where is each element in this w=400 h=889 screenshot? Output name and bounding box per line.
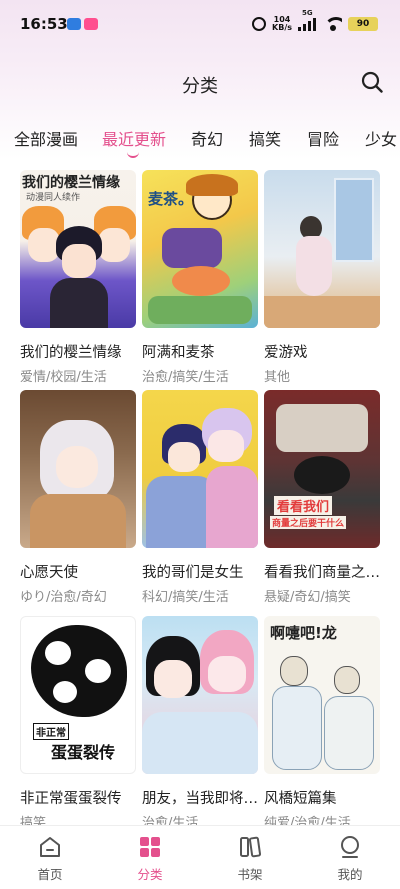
notification-app-icon: [67, 18, 81, 30]
cover-title: 我们的樱兰情缘: [22, 175, 120, 191]
notification-app-icon: [84, 18, 98, 30]
cover-title: 啊嚏吧!龙: [270, 624, 337, 642]
status-bar: 16:53 104 KB/s 5G 90: [0, 0, 400, 48]
comic-tags: 爱情/校园/生活: [20, 370, 107, 385]
comic-card[interactable]: 朋友，当我即将离去 治愈/生活: [142, 616, 258, 831]
tab-adventure[interactable]: 冒险: [307, 126, 339, 150]
comic-tags: 科幻/搞笑/生活: [142, 590, 229, 605]
category-tabs: 全部漫画 最近更新 奇幻 搞笑 冒险 少女: [0, 118, 400, 162]
comic-card[interactable]: 非正常 蛋蛋裂传 非正常蛋蛋裂传 搞笑: [20, 616, 136, 831]
comic-card[interactable]: 爱游戏 其他: [264, 170, 380, 385]
comic-cover[interactable]: 啊嚏吧!龙: [264, 616, 380, 774]
comic-cover[interactable]: [20, 390, 136, 548]
bookshelf-icon: [240, 836, 262, 858]
alarm-icon: [252, 17, 267, 31]
home-icon: [40, 837, 60, 857]
signal-icon: 5G: [298, 9, 318, 31]
status-time: 16:53: [20, 15, 68, 33]
tab-recent-updates[interactable]: 最近更新: [102, 126, 166, 150]
comic-cover[interactable]: [142, 616, 258, 774]
comic-tags: ゆり/治愈/奇幻: [20, 590, 107, 605]
nav-bookshelf[interactable]: 书架: [215, 834, 285, 883]
comic-card[interactable]: 看看我们 商量之后要干什么 看看我们商量之后要干什么 悬疑/奇幻/搞笑: [264, 390, 380, 605]
nav-home[interactable]: 首页: [15, 834, 85, 883]
tab-fantasy[interactable]: 奇幻: [191, 126, 223, 150]
comic-card[interactable]: 麦茶。 阿满和麦茶 治愈/搞笑/生活: [142, 170, 258, 385]
category-icon: [140, 837, 160, 857]
comic-cover[interactable]: 非正常 蛋蛋裂传: [20, 616, 136, 774]
comic-title[interactable]: 非正常蛋蛋裂传: [20, 787, 136, 808]
comic-title[interactable]: 我的哥们是女生: [142, 561, 258, 582]
comic-cover[interactable]: 看看我们 商量之后要干什么: [264, 390, 380, 548]
comic-title[interactable]: 朋友，当我即将离去: [142, 787, 258, 808]
profile-icon: [341, 836, 359, 858]
comic-cover[interactable]: 我们的樱兰情缘 动漫同人续作: [20, 170, 136, 328]
comic-title[interactable]: 我们的樱兰情缘: [20, 341, 136, 362]
tab-shoujo[interactable]: 少女: [365, 126, 397, 150]
page-title: 分类: [182, 76, 218, 97]
comic-card[interactable]: 我们的樱兰情缘 动漫同人续作 我们的樱兰情缘 爱情/校园/生活: [20, 170, 136, 385]
comic-tags: 其他: [264, 370, 291, 385]
search-icon[interactable]: [360, 70, 384, 94]
nav-profile[interactable]: 我的: [315, 834, 385, 883]
nav-label: 首页: [37, 867, 63, 882]
page-header: 分类: [0, 62, 400, 104]
comic-card[interactable]: 我的哥们是女生 科幻/搞笑/生活: [142, 390, 258, 605]
tab-comedy[interactable]: 搞笑: [249, 126, 281, 150]
net-speed-unit: KB/s: [272, 23, 292, 32]
comic-tags: 悬疑/奇幻/搞笑: [264, 590, 351, 605]
comic-card[interactable]: 心愿天使 ゆり/治愈/奇幻: [20, 390, 136, 605]
comic-cover[interactable]: 麦茶。: [142, 170, 258, 328]
cover-title: 蛋蛋裂传: [51, 743, 116, 762]
status-indicators: 104 KB/s 5G 90: [252, 9, 378, 34]
bottom-nav: 首页 分类 书架 我的: [0, 825, 400, 889]
network-type: 5G: [302, 9, 313, 17]
nav-category[interactable]: 分类: [115, 834, 185, 883]
nav-label: 我的: [337, 867, 363, 882]
nav-label: 分类: [137, 867, 163, 882]
nav-label: 书架: [237, 867, 263, 882]
comic-cover[interactable]: [264, 170, 380, 328]
comic-title[interactable]: 看看我们商量之后要干什么: [264, 561, 380, 582]
cover-subtitle: 非正常: [33, 723, 69, 740]
battery-icon: 90: [348, 17, 378, 31]
cover-title: 看看我们: [274, 496, 333, 515]
comic-cover[interactable]: [142, 390, 258, 548]
comic-card[interactable]: 啊嚏吧!龙 风橋短篇集 纯爱/治愈/生活: [264, 616, 380, 831]
net-speed: 104 KB/s: [272, 16, 292, 32]
active-tab-indicator: [127, 152, 139, 158]
comic-title[interactable]: 爱游戏: [264, 341, 380, 362]
comic-tags: 治愈/搞笑/生活: [142, 370, 229, 385]
cover-subtitle: 商量之后要干什么: [270, 516, 347, 529]
comic-title[interactable]: 风橋短篇集: [264, 787, 380, 808]
tab-all-comics[interactable]: 全部漫画: [14, 126, 78, 150]
cover-subtitle: 动漫同人续作: [26, 193, 81, 203]
wifi-icon: [324, 17, 342, 31]
comic-title[interactable]: 心愿天使: [20, 561, 136, 582]
comic-title[interactable]: 阿满和麦茶: [142, 341, 258, 362]
